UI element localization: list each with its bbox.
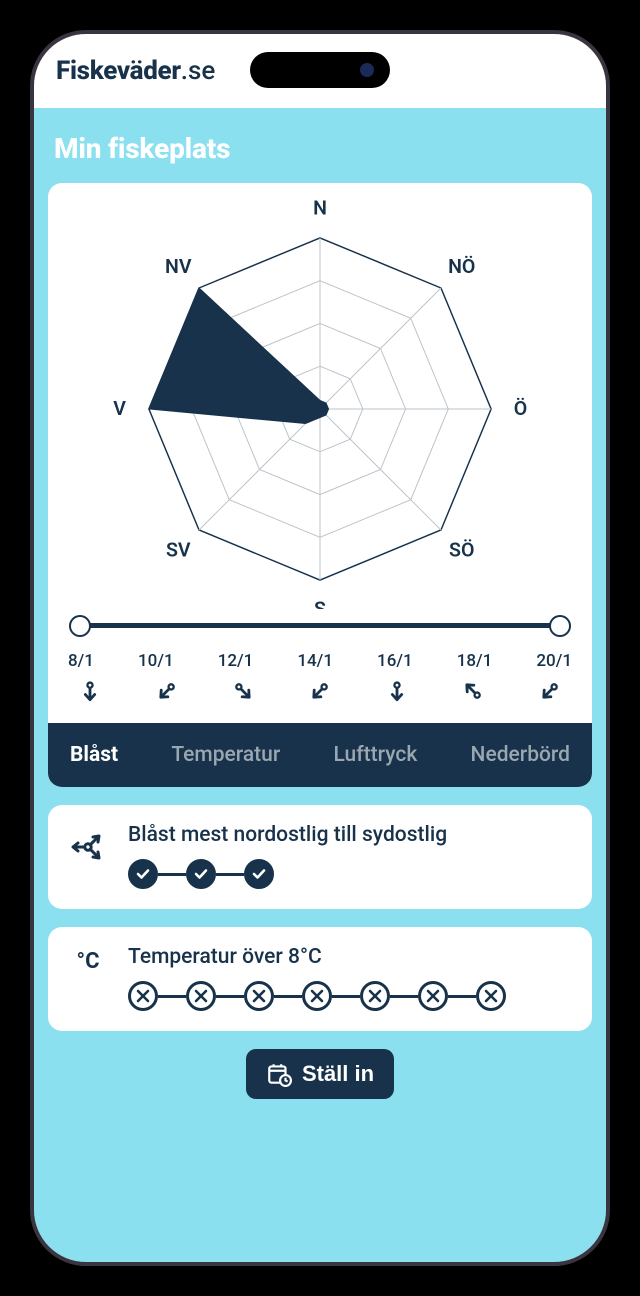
criteria-connector xyxy=(216,873,244,876)
settings-button-label: Ställ in xyxy=(302,1061,374,1087)
metric-tabs: Blåst Temperatur Lufttryck Nederbörd xyxy=(48,723,592,787)
wind-direction-icon xyxy=(536,677,564,709)
criteria-day-fail xyxy=(360,981,390,1011)
radar-axis-label: SV xyxy=(166,539,191,562)
criteria-day-row xyxy=(128,981,574,1011)
criteria-connector xyxy=(274,995,302,998)
date-tick: 12/1 xyxy=(218,651,254,671)
criteria-connector xyxy=(332,995,360,998)
slider-track xyxy=(80,623,560,628)
wind-direction-icon xyxy=(306,677,334,709)
wind-direction-icon xyxy=(153,677,181,709)
page-content: Min fiskeplats N NÖ Ö SÖ S SV V NV 8/1 10/1 12/1 1… xyxy=(34,108,606,1262)
criteria-day-fail xyxy=(186,981,216,1011)
tab-blåst[interactable]: Blåst xyxy=(70,743,118,767)
criteria-day-fail xyxy=(244,981,274,1011)
criteria-connector xyxy=(390,995,418,998)
criteria-day-fail xyxy=(302,981,332,1011)
wind-direction-icon xyxy=(383,677,411,709)
tab-lufttryck[interactable]: Lufttryck xyxy=(334,743,418,767)
device-notch xyxy=(250,52,390,88)
page-title: Min fiskeplats xyxy=(54,132,592,165)
date-tick: 18/1 xyxy=(457,651,493,671)
date-tick: 14/1 xyxy=(297,651,333,671)
criteria-day-pass xyxy=(186,859,216,889)
wind-direction-icon xyxy=(459,677,487,709)
date-tick: 10/1 xyxy=(138,651,174,671)
criteria-day-fail xyxy=(128,981,158,1011)
brand-suffix: .se xyxy=(181,56,216,86)
criteria-day-pass xyxy=(244,859,274,889)
tab-nederbörd[interactable]: Nederbörd xyxy=(471,743,570,767)
radar-chart: N NÖ Ö SÖ S SV V NV xyxy=(48,183,592,609)
date-slider[interactable] xyxy=(48,609,592,647)
wind-arrow-row xyxy=(48,675,592,723)
criteria-day-fail xyxy=(476,981,506,1011)
criteria-connector xyxy=(158,995,186,998)
wind-direction-icon xyxy=(76,677,104,709)
phone-frame: Fiskeväder.se Min fiskeplats NNÖÖSÖSSVVN… xyxy=(30,30,610,1266)
radar-axis-label: NÖ xyxy=(448,255,475,278)
date-tick: 16/1 xyxy=(377,651,413,671)
criteria-day-fail xyxy=(418,981,448,1011)
wind-rose-icon xyxy=(66,823,110,867)
criteria-title: Temperatur över 8°C xyxy=(128,945,574,969)
calendar-clock-icon xyxy=(266,1061,292,1087)
radar-svg: N NÖ Ö SÖ S SV V NV xyxy=(56,189,584,609)
criteria-connector xyxy=(448,995,476,998)
date-tick: 20/1 xyxy=(536,651,572,671)
radar-axis-label: NV xyxy=(165,255,192,278)
criteria-card: °C Temperatur över 8°C xyxy=(48,927,592,1031)
criteria-card: Blåst mest nordostlig till sydostlig xyxy=(48,805,592,909)
brand-name: Fiskeväder xyxy=(56,56,181,86)
criteria-connector xyxy=(216,995,244,998)
radar-axis-label: N xyxy=(313,196,327,219)
criteria-day-row xyxy=(128,859,574,889)
radar-axis-label: Ö xyxy=(514,397,527,420)
wind-direction-icon xyxy=(229,677,257,709)
temperature-icon: °C xyxy=(66,945,110,974)
radar-axis-label: V xyxy=(113,397,126,420)
settings-button[interactable]: Ställ in xyxy=(246,1049,394,1099)
slider-handle-start[interactable] xyxy=(69,615,91,637)
date-axis: 8/1 10/1 12/1 14/1 16/1 18/1 20/1 xyxy=(48,647,592,675)
criteria-day-pass xyxy=(128,859,158,889)
date-tick: 8/1 xyxy=(68,651,94,671)
slider-handle-end[interactable] xyxy=(549,615,571,637)
radar-axis-label: SÖ xyxy=(449,539,474,562)
criteria-connector xyxy=(158,873,186,876)
radar-axis-label: S xyxy=(314,597,326,609)
wind-card: N NÖ Ö SÖ S SV V NV 8/1 10/1 12/1 14/1 16/1 18/1 20/1 xyxy=(48,183,592,787)
tab-temperatur[interactable]: Temperatur xyxy=(171,743,280,767)
criteria-title: Blåst mest nordostlig till sydostlig xyxy=(128,823,574,847)
